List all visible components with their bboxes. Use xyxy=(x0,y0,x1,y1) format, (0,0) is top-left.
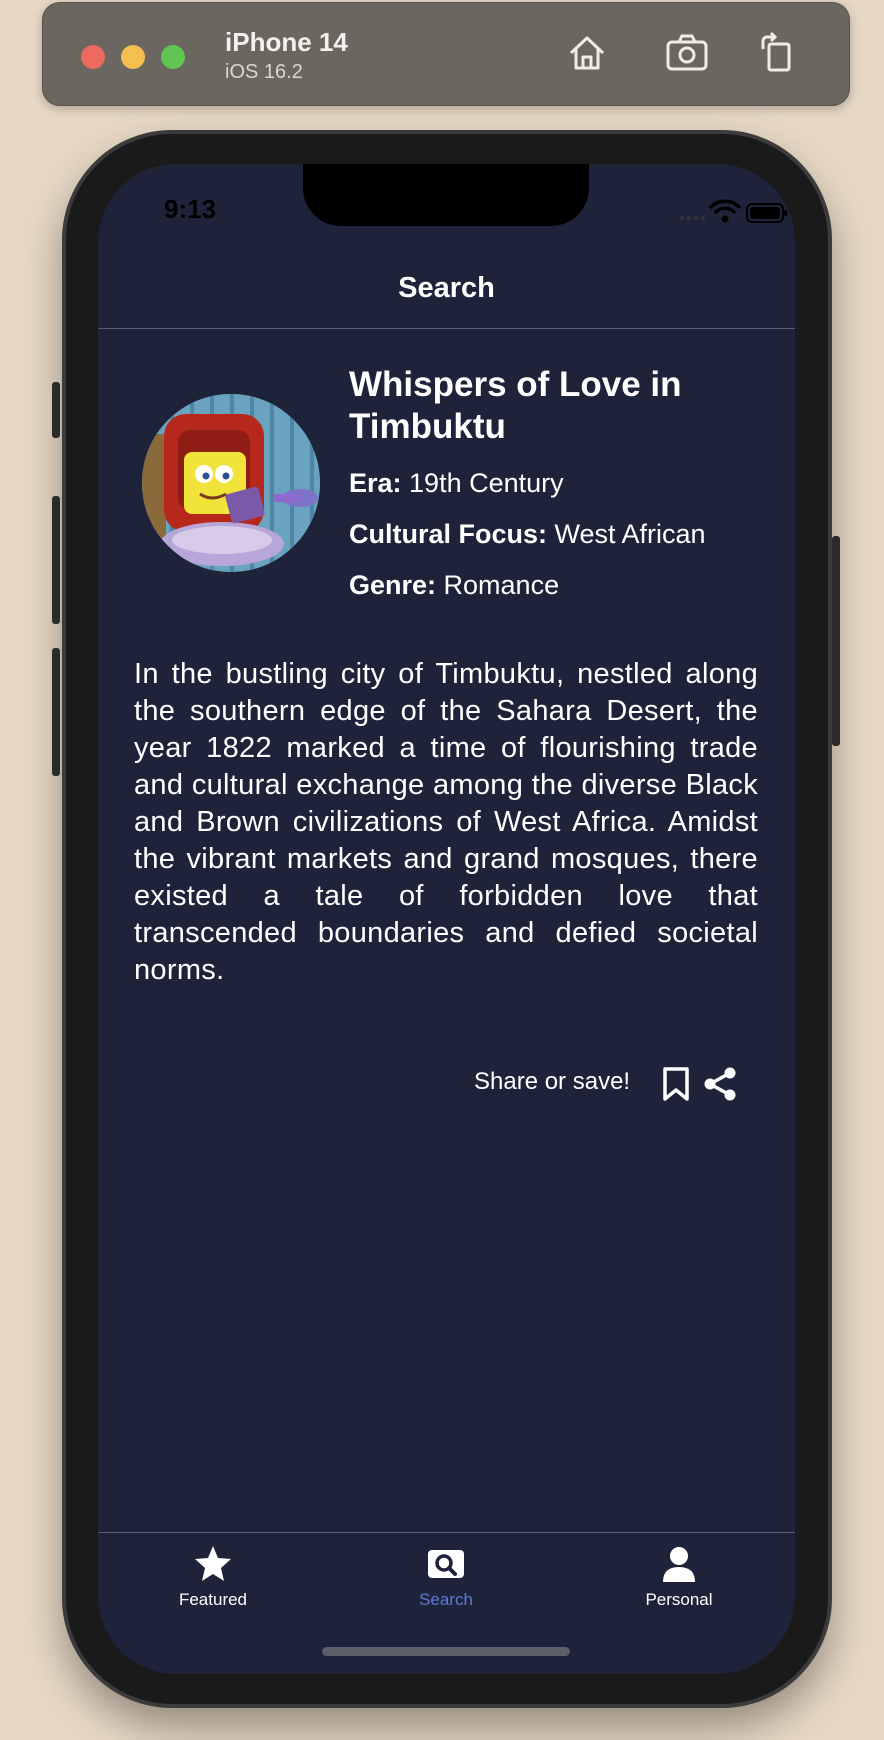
os-version: iOS 16.2 xyxy=(225,61,303,83)
search-icon xyxy=(428,1550,464,1578)
person-icon xyxy=(663,1547,695,1582)
home-icon[interactable] xyxy=(565,31,609,75)
story-cultural-focus: Cultural Focus: West African xyxy=(349,519,769,550)
cultural-focus-label: Cultural Focus: xyxy=(349,519,548,549)
mute-switch xyxy=(52,382,60,438)
genre-label: Genre: xyxy=(349,570,437,600)
status-indicators xyxy=(680,199,787,223)
star-icon xyxy=(195,1546,231,1581)
wifi-icon xyxy=(708,199,742,223)
story-genre: Genre: Romance xyxy=(349,570,769,601)
tab-personal[interactable]: Personal xyxy=(589,1544,769,1610)
tab-featured[interactable]: Featured xyxy=(123,1544,303,1610)
tab-bar-divider xyxy=(98,1532,795,1533)
rotate-icon[interactable] xyxy=(755,31,799,75)
share-icon[interactable] xyxy=(702,1066,738,1102)
simulator-toolbar: iPhone 14 iOS 16.2 xyxy=(42,2,850,106)
tab-personal-label: Personal xyxy=(645,1590,713,1609)
device-name: iPhone 14 xyxy=(225,27,348,57)
close-window-button[interactable] xyxy=(81,45,105,69)
notch xyxy=(303,164,589,226)
volume-up-button xyxy=(52,496,60,624)
era-label: Era: xyxy=(349,468,402,498)
zoom-window-button[interactable] xyxy=(161,45,185,69)
story-era: Era: 19th Century xyxy=(349,468,769,499)
genre-value: Romance xyxy=(436,570,560,600)
signal-icon xyxy=(680,216,705,220)
page-title: Search xyxy=(398,272,495,304)
share-label: Share or save! xyxy=(474,1068,631,1095)
story-body: In the bustling city of Timbuktu, nestle… xyxy=(134,658,758,986)
story-title: Whispers of Love in Timbuktu xyxy=(349,365,682,446)
power-button xyxy=(832,536,840,746)
header-divider xyxy=(98,328,795,329)
status-time: 9:13 xyxy=(164,194,217,224)
screenshot-icon[interactable] xyxy=(665,31,709,75)
minimize-window-button[interactable] xyxy=(121,45,145,69)
battery-icon xyxy=(746,203,787,223)
era-value: 19th Century xyxy=(401,468,564,498)
tab-search[interactable]: Search xyxy=(356,1544,536,1610)
home-indicator[interactable] xyxy=(322,1647,570,1656)
volume-down-button xyxy=(52,648,60,776)
bookmark-icon[interactable] xyxy=(661,1066,691,1102)
tab-search-label: Search xyxy=(419,1590,473,1609)
tab-featured-label: Featured xyxy=(178,1590,248,1609)
app-screen: 9:13 Search Whispers of Love in Timbuktu… xyxy=(98,164,795,1674)
story-cover-image xyxy=(142,394,320,572)
cultural-focus-value: West African xyxy=(547,519,706,549)
